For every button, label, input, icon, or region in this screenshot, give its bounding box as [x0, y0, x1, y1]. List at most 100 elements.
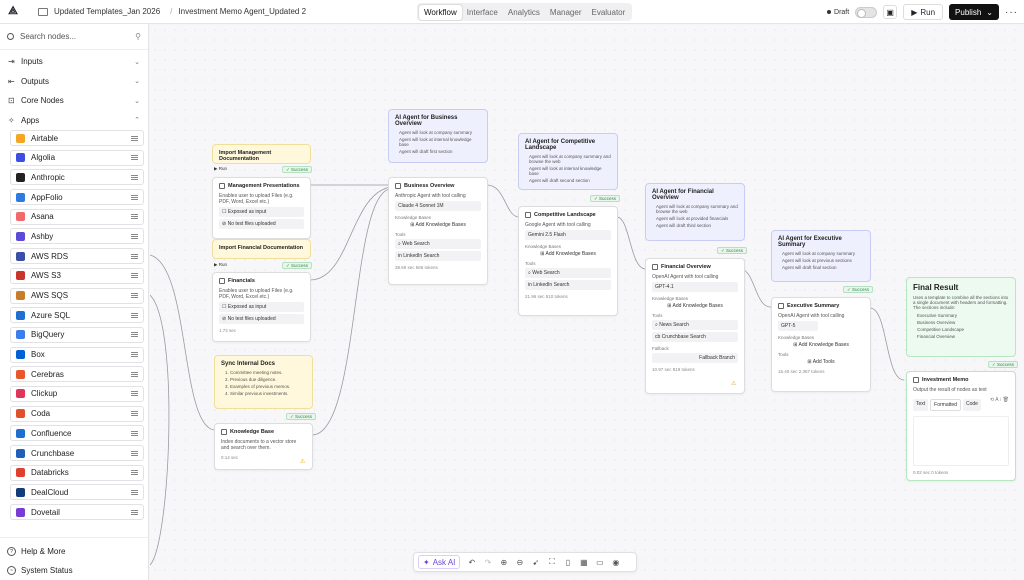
tab-formatted[interactable]: Formatted — [930, 399, 961, 411]
drag-handle-icon[interactable] — [131, 293, 138, 298]
zoom-out-icon[interactable]: ⊖ — [515, 558, 524, 567]
fit-view-icon[interactable]: ⛶ — [547, 557, 556, 567]
drag-handle-icon[interactable] — [131, 391, 138, 397]
drag-handle-icon[interactable] — [131, 312, 138, 318]
sticky-import-management[interactable]: Import Management Documentation — [212, 144, 311, 164]
preview-toggle[interactable] — [855, 6, 878, 18]
app-item-appfolio[interactable]: AppFolio — [10, 189, 144, 206]
help-and-more[interactable]: ? Help & More — [0, 542, 149, 561]
drag-handle-icon[interactable] — [131, 174, 138, 180]
app-item-azure-sql[interactable]: Azure SQL — [10, 307, 144, 324]
select-pointer-icon[interactable]: ➹ — [531, 558, 540, 567]
save-icon[interactable]: ▣ — [883, 5, 898, 19]
drag-handle-icon[interactable] — [131, 233, 138, 239]
model-select[interactable]: GPT-4.1 — [652, 282, 738, 292]
app-item-clickup[interactable]: Clickup — [10, 385, 144, 402]
app-item-cerebras[interactable]: Cerebras — [10, 366, 144, 383]
drag-handle-icon[interactable] — [131, 155, 138, 161]
warning-icon[interactable]: ⚠ — [300, 458, 305, 465]
app-item-box[interactable]: Box — [10, 346, 144, 363]
app-item-aws-s3[interactable]: AWS S3 — [10, 267, 144, 284]
drag-handle-icon[interactable] — [131, 352, 138, 358]
drag-handle-icon[interactable] — [131, 332, 138, 338]
node-competitive-landscape[interactable]: Competitive Landscape Google Agent with … — [518, 206, 618, 316]
model-select[interactable]: Claude 4 Sonnet 1M — [395, 201, 481, 211]
drag-handle-icon[interactable] — [131, 450, 138, 456]
formatting-icons[interactable]: ⟲ A ⁝ 🗑 — [990, 397, 1009, 413]
add-tools-button[interactable]: ⊞ Add Tools — [778, 359, 864, 365]
breadcrumb-folder[interactable]: Updated Templates_Jan 2026 — [54, 7, 160, 16]
drag-handle-icon[interactable] — [131, 430, 138, 436]
exposed-input-checkbox[interactable]: ☐ Exposed as input — [219, 207, 304, 217]
note-icon[interactable]: ▯ — [563, 558, 572, 567]
add-knowledge-bases-button[interactable]: ⊞ Add Knowledge Bases — [395, 222, 481, 228]
tab-text[interactable]: Text — [913, 399, 929, 411]
warning-icon[interactable]: ⚠ — [731, 380, 736, 387]
app-item-asana[interactable]: Asana — [10, 208, 144, 225]
app-item-airtable[interactable]: Airtable — [10, 130, 144, 146]
node-business-overview[interactable]: Business Overview Anthropic Agent with t… — [388, 177, 488, 285]
add-knowledge-bases-button[interactable]: ⊞ Add Knowledge Bases — [652, 303, 738, 309]
layout-icon[interactable]: ▦ — [579, 558, 588, 567]
tool-linkedin-search[interactable]: in LinkedIn Search — [395, 251, 481, 261]
sticky-financial-overview[interactable]: AI Agent for Financial Overview Agent wi… — [645, 183, 745, 241]
undo-icon[interactable]: ↶ — [467, 558, 476, 567]
tab-evaluator[interactable]: Evaluator — [586, 5, 630, 20]
tool-crunchbase-search[interactable]: cb Crunchbase Search — [652, 332, 738, 342]
redo-icon[interactable]: ↷ — [483, 558, 492, 567]
pin-icon[interactable]: ⚲ — [135, 32, 141, 41]
app-item-databricks[interactable]: Databricks — [10, 464, 144, 481]
app-item-algolia[interactable]: Algolia — [10, 149, 144, 166]
node-executive-summary[interactable]: Executive Summary OpenAI Agent with tool… — [771, 297, 871, 392]
drag-handle-icon[interactable] — [131, 194, 138, 200]
tool-web-search[interactable]: ⌕ Web Search — [395, 239, 481, 249]
zoom-in-icon[interactable]: ⊕ — [499, 558, 508, 567]
app-item-ashby[interactable]: Ashby — [10, 228, 144, 245]
sticky-competitive-landscape[interactable]: AI Agent for Competitive Landscape Agent… — [518, 133, 618, 190]
tool-linkedin-search[interactable]: in LinkedIn Search — [525, 280, 611, 290]
search-nodes-input[interactable] — [20, 32, 136, 41]
section-apps[interactable]: ✧ Apps ⌃ — [0, 111, 148, 131]
system-status[interactable]: ~ System Status — [0, 561, 149, 580]
tab-workflow[interactable]: Workflow — [419, 4, 462, 20]
sticky-business-overview[interactable]: AI Agent for Business Overview Agent wil… — [388, 109, 488, 163]
app-item-confluence[interactable]: Confluence — [10, 425, 144, 442]
node-financial-overview[interactable]: Financial Overview OpenAI Agent with too… — [645, 258, 745, 394]
drag-handle-icon[interactable] — [131, 135, 138, 141]
drag-handle-icon[interactable] — [131, 214, 138, 220]
node-knowledge-base[interactable]: Knowledge Base Index documents to a vect… — [214, 423, 313, 470]
sticky-executive-summary[interactable]: AI Agent for Executive Summary Agent wil… — [771, 230, 871, 282]
add-knowledge-bases-button[interactable]: ⊞ Add Knowledge Bases — [778, 342, 864, 348]
app-logo-icon[interactable]: ⟁ — [6, 5, 20, 19]
section-outputs[interactable]: ⇤ Outputs ⌄ — [0, 72, 148, 92]
app-item-aws-sqs[interactable]: AWS SQS — [10, 287, 144, 304]
more-options-icon[interactable]: ··· — [1005, 7, 1018, 18]
app-item-aws-rds[interactable]: AWS RDS — [10, 248, 144, 265]
ask-ai-button[interactable]: ✦ Ask AI — [418, 555, 461, 569]
node-financials[interactable]: Financials Enables user to upload Files … — [212, 272, 311, 342]
map-icon[interactable]: ▭ — [595, 558, 604, 567]
fallback-branch-button[interactable]: Fallback Branch — [652, 353, 738, 363]
model-select[interactable]: GPT-5 — [778, 321, 818, 331]
drag-handle-icon[interactable] — [131, 411, 138, 417]
app-item-bigquery[interactable]: BigQuery — [10, 326, 144, 343]
tab-manager[interactable]: Manager — [545, 5, 587, 20]
drag-handle-icon[interactable] — [131, 253, 138, 259]
drag-handle-icon[interactable] — [131, 273, 138, 279]
section-inputs[interactable]: ⇥ Inputs ⌄ — [0, 52, 148, 72]
drag-handle-icon[interactable] — [131, 489, 138, 495]
drag-handle-icon[interactable] — [131, 509, 138, 515]
sticky-sync-internal-docs[interactable]: Sync Internal Docs 1. Committee meeting … — [214, 355, 313, 409]
run-chip[interactable]: ▶ Run — [214, 262, 227, 268]
memo-output-area[interactable] — [913, 416, 1009, 466]
node-management-presentations[interactable]: Management Presentations Enables user to… — [212, 177, 311, 239]
node-investment-memo[interactable]: Investment Memo Output the result of nod… — [906, 371, 1016, 481]
app-item-coda[interactable]: Coda — [10, 405, 144, 422]
drag-handle-icon[interactable] — [131, 470, 138, 476]
tab-interface[interactable]: Interface — [462, 5, 503, 20]
tool-web-search[interactable]: ⌕ Web Search — [525, 268, 611, 278]
breadcrumb-workflow[interactable]: Investment Memo Agent_Updated 2 — [178, 7, 306, 16]
camera-icon[interactable]: ◉ — [611, 558, 620, 567]
workflow-canvas[interactable]: Import Management Documentation ▶ Run ✓ … — [150, 25, 1024, 580]
app-item-dealcloud[interactable]: DealCloud — [10, 484, 144, 501]
